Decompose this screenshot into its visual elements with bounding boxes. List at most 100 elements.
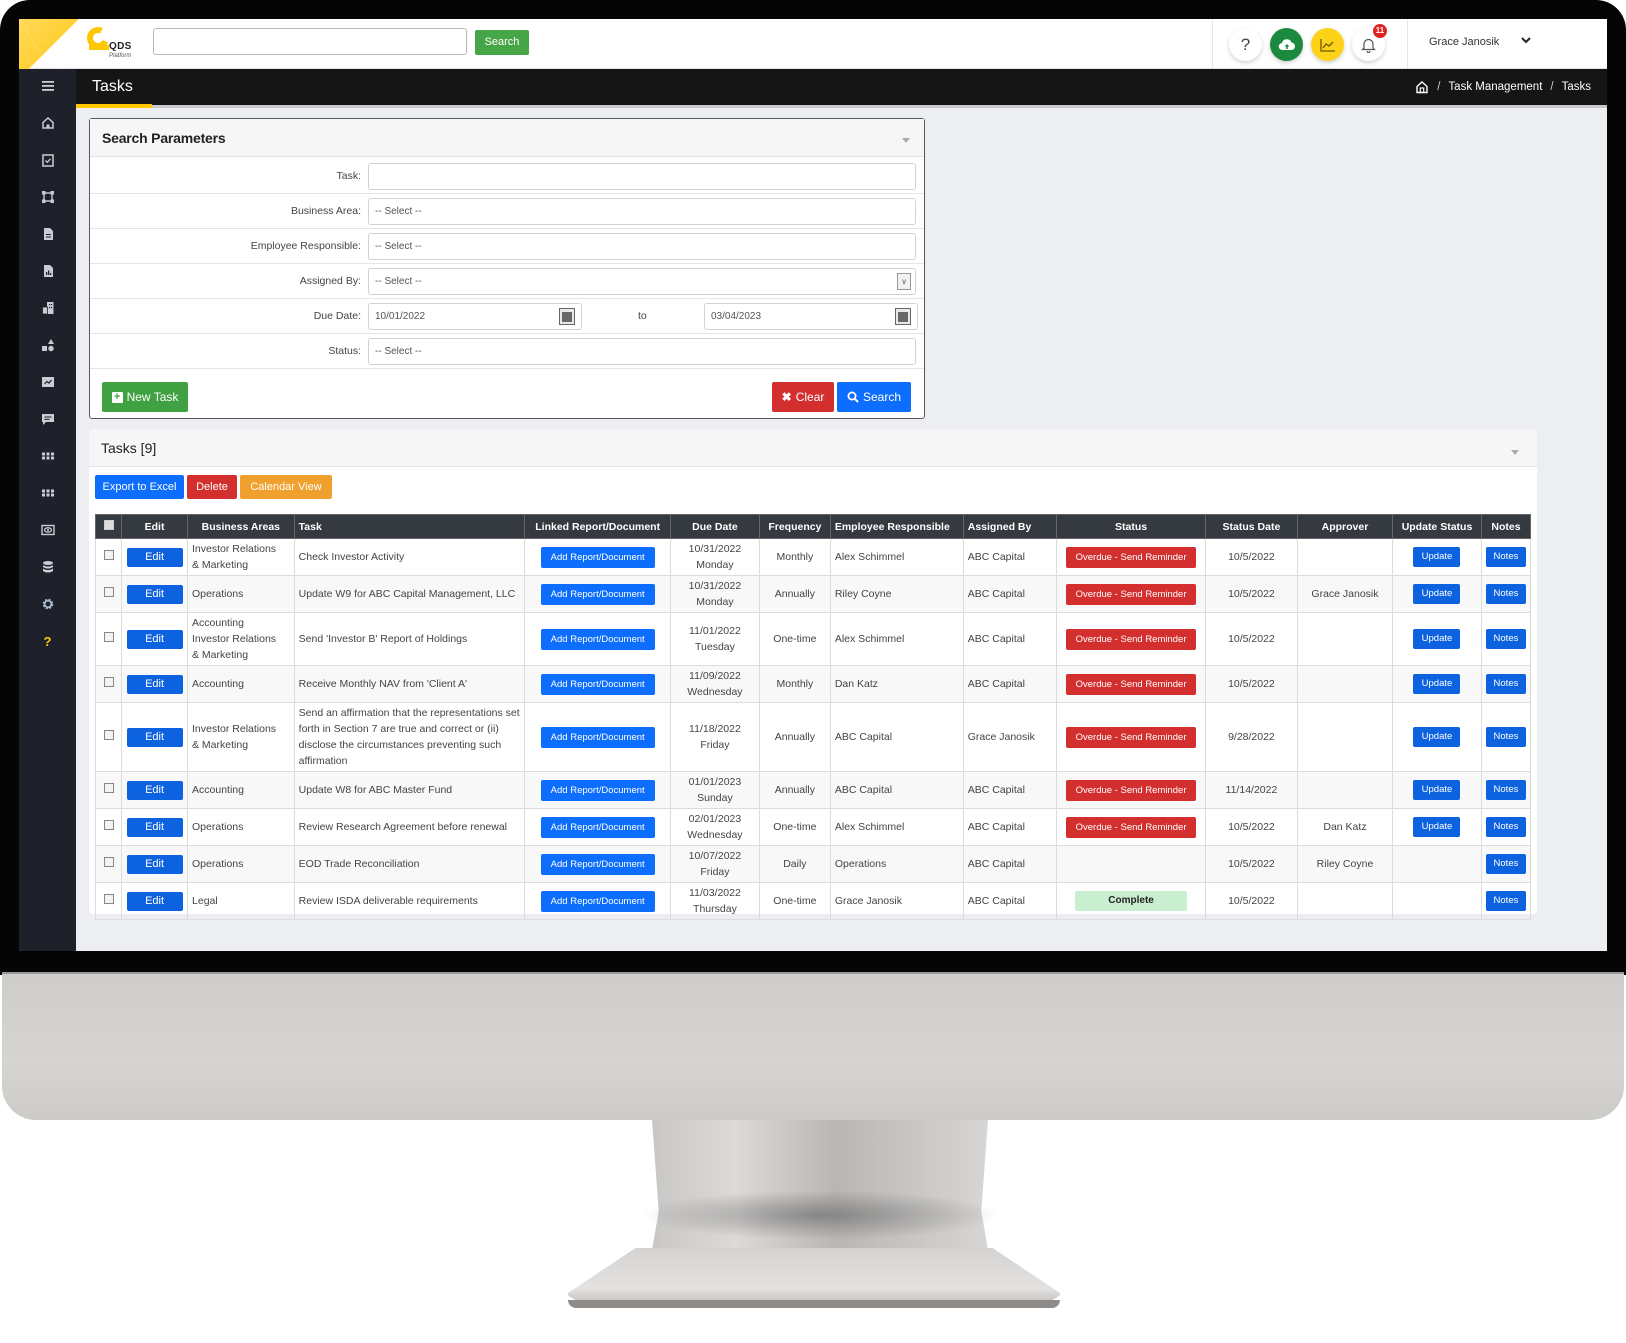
- send-reminder-button[interactable]: Overdue - Send Reminder: [1066, 726, 1197, 748]
- add-report-document-button[interactable]: Add Report/Document: [540, 726, 655, 748]
- add-report-document-button[interactable]: Add Report/Document: [540, 816, 655, 838]
- notes-button[interactable]: Notes: [1485, 727, 1526, 747]
- row-checkbox[interactable]: [103, 857, 114, 867]
- row-checkbox[interactable]: [103, 677, 114, 687]
- notes-button[interactable]: Notes: [1485, 854, 1526, 874]
- column-header[interactable]: Status Date: [1204, 514, 1298, 539]
- sidebar-item-frame[interactable]: [19, 182, 76, 212]
- chevron-down-icon[interactable]: [1519, 33, 1533, 47]
- edit-button[interactable]: Edit: [126, 674, 183, 694]
- task-input[interactable]: [368, 163, 916, 190]
- column-header[interactable]: Due Date: [669, 514, 760, 539]
- send-reminder-button[interactable]: Overdue - Send Reminder: [1066, 546, 1197, 568]
- help-button[interactable]: ?: [1229, 28, 1262, 61]
- sidebar-item-analytics[interactable]: [19, 367, 76, 397]
- column-header[interactable]: Employee Responsible: [829, 514, 964, 539]
- row-checkbox[interactable]: [103, 587, 114, 597]
- edit-button[interactable]: Edit: [126, 547, 183, 567]
- add-report-document-button[interactable]: Add Report/Document: [540, 853, 655, 875]
- notes-button[interactable]: Notes: [1485, 891, 1526, 911]
- column-header[interactable]: Frequency: [758, 514, 831, 539]
- notes-button[interactable]: Notes: [1485, 817, 1526, 837]
- edit-button[interactable]: Edit: [126, 817, 183, 837]
- calendar-icon[interactable]: [559, 308, 575, 325]
- home-icon[interactable]: [1415, 80, 1429, 94]
- sidebar-item-tasks[interactable]: [19, 145, 76, 175]
- row-checkbox[interactable]: [103, 550, 114, 560]
- select-all-checkbox[interactable]: [103, 520, 114, 530]
- row-checkbox[interactable]: [103, 730, 114, 740]
- edit-button[interactable]: Edit: [126, 780, 183, 800]
- sidebar-item-settings[interactable]: [19, 589, 76, 619]
- business-area-select[interactable]: -- Select --: [368, 198, 916, 225]
- column-header[interactable]: Approver: [1296, 514, 1394, 539]
- sidebar-item-reports[interactable]: [19, 256, 76, 286]
- global-search-button[interactable]: Search: [475, 30, 529, 55]
- send-reminder-button[interactable]: Overdue - Send Reminder: [1066, 673, 1197, 695]
- calendar-view-button[interactable]: Calendar View: [240, 475, 332, 499]
- user-menu-name[interactable]: Grace Janosik: [1429, 36, 1499, 48]
- sidebar-item-apps-1[interactable]: [19, 441, 76, 471]
- clear-button[interactable]: ✖ Clear: [772, 382, 834, 412]
- dropdown-toggle-icon[interactable]: ∨: [897, 273, 911, 290]
- column-header[interactable]: Notes: [1480, 514, 1532, 539]
- update-status-button[interactable]: Update: [1413, 584, 1461, 604]
- tasks-panel-header[interactable]: Tasks [9]: [89, 429, 1537, 467]
- add-report-document-button[interactable]: Add Report/Document: [540, 628, 655, 650]
- panel-header[interactable]: Search Parameters: [90, 119, 924, 157]
- add-report-document-button[interactable]: Add Report/Document: [540, 890, 655, 912]
- global-search-input[interactable]: [153, 28, 467, 55]
- app-logo[interactable]: QDS Platform: [83, 23, 147, 65]
- sidebar-item-help[interactable]: ?: [19, 626, 76, 656]
- row-checkbox[interactable]: [103, 632, 114, 642]
- cloud-upload-button[interactable]: [1270, 28, 1303, 61]
- export-to-excel-button[interactable]: Export to Excel: [95, 475, 184, 499]
- row-checkbox[interactable]: [103, 820, 114, 830]
- due-date-to-input[interactable]: 03/04/2023: [704, 303, 918, 330]
- edit-button[interactable]: Edit: [126, 891, 183, 911]
- column-header[interactable]: Linked Report/Document: [524, 514, 671, 539]
- notes-button[interactable]: Notes: [1485, 547, 1526, 567]
- sidebar-item-database[interactable]: [19, 552, 76, 582]
- calendar-icon[interactable]: [895, 308, 911, 325]
- column-header[interactable]: Assigned By: [962, 514, 1058, 539]
- send-reminder-button[interactable]: Overdue - Send Reminder: [1066, 816, 1197, 838]
- edit-button[interactable]: Edit: [126, 727, 183, 747]
- due-date-from-input[interactable]: 10/01/2022: [368, 303, 582, 330]
- sidebar-item-shapes[interactable]: [19, 330, 76, 360]
- sidebar-toggle[interactable]: [19, 71, 76, 101]
- update-status-button[interactable]: Update: [1413, 817, 1461, 837]
- sidebar-item-buildings[interactable]: [19, 293, 76, 323]
- send-reminder-button[interactable]: Overdue - Send Reminder: [1066, 628, 1197, 650]
- notes-button[interactable]: Notes: [1485, 584, 1526, 604]
- column-header[interactable]: Status: [1056, 514, 1206, 539]
- column-header[interactable]: Edit: [121, 514, 189, 539]
- notes-button[interactable]: Notes: [1485, 674, 1526, 694]
- send-reminder-button[interactable]: Overdue - Send Reminder: [1066, 779, 1197, 801]
- sidebar-item-home[interactable]: [19, 108, 76, 138]
- update-status-button[interactable]: Update: [1413, 547, 1461, 567]
- notes-button[interactable]: Notes: [1485, 780, 1526, 800]
- edit-button[interactable]: Edit: [126, 854, 183, 874]
- edit-button[interactable]: Edit: [126, 629, 183, 649]
- update-status-button[interactable]: Update: [1413, 629, 1461, 649]
- row-checkbox[interactable]: [103, 894, 114, 904]
- collapse-caret-icon[interactable]: [1511, 450, 1519, 455]
- edit-button[interactable]: Edit: [126, 584, 183, 604]
- add-report-document-button[interactable]: Add Report/Document: [540, 583, 655, 605]
- update-status-button[interactable]: Update: [1413, 727, 1461, 747]
- assigned-by-select[interactable]: -- Select -- ∨: [368, 268, 916, 295]
- new-task-button[interactable]: + New Task: [102, 382, 188, 412]
- delete-button[interactable]: Delete: [187, 475, 237, 499]
- add-report-document-button[interactable]: Add Report/Document: [540, 546, 655, 568]
- sidebar-item-apps-2[interactable]: [19, 478, 76, 508]
- add-report-document-button[interactable]: Add Report/Document: [540, 673, 655, 695]
- status-select[interactable]: -- Select --: [368, 338, 916, 365]
- column-header[interactable]: Task: [293, 514, 526, 539]
- employee-responsible-select[interactable]: -- Select --: [368, 233, 916, 260]
- sidebar-item-messages[interactable]: [19, 404, 76, 434]
- search-button[interactable]: Search: [837, 382, 911, 412]
- send-reminder-button[interactable]: Overdue - Send Reminder: [1066, 583, 1197, 605]
- collapse-caret-icon[interactable]: [902, 138, 910, 143]
- row-checkbox[interactable]: [103, 783, 114, 793]
